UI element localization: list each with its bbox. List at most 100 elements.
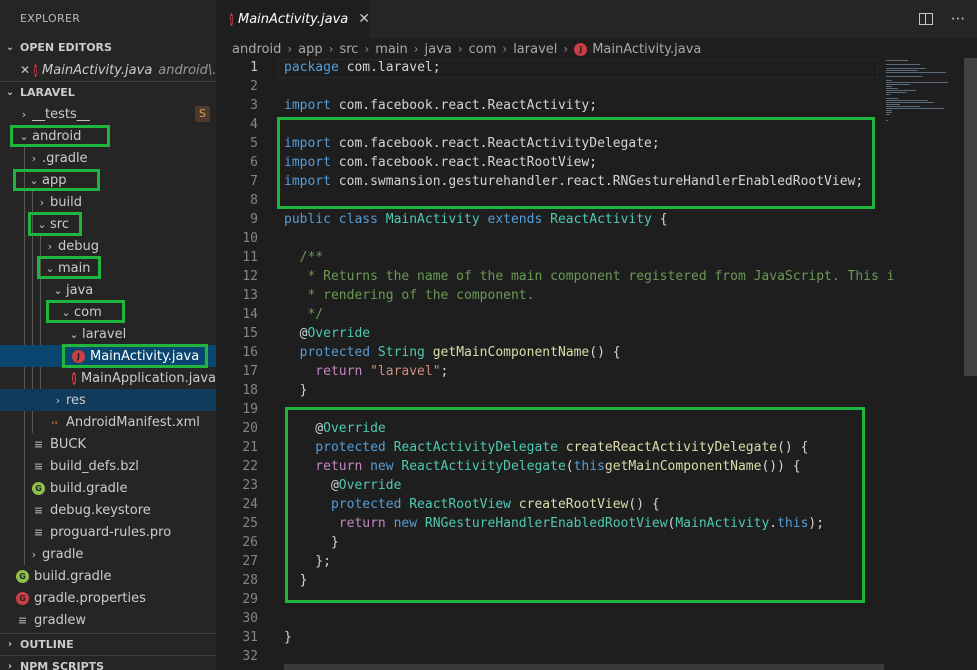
tree-item-res[interactable]: › res — [0, 389, 216, 411]
code-line: }; — [284, 554, 331, 569]
line-number: 23 — [242, 478, 258, 493]
status-badge: S — [195, 106, 210, 122]
chevron-down-icon: ⌄ — [19, 129, 29, 143]
tree-item-build[interactable]: › build — [0, 191, 216, 213]
minimap-line — [886, 80, 892, 81]
minimap-line — [886, 88, 898, 89]
minimap-line — [886, 98, 898, 99]
code-line: import com.facebook.react.ReactActivityD… — [284, 136, 660, 151]
tree-item-debug[interactable]: › debug — [0, 235, 216, 257]
code-editor[interactable]: 1 2 3 4 5 6 7 8 9 10 11 12 13 14 15 16 1… — [216, 58, 977, 670]
tree-item-buck[interactable]: ≡ BUCK — [0, 433, 216, 455]
tree-item-root-build-gradle[interactable]: G build.gradle — [0, 565, 216, 587]
chevron-right-icon: › — [21, 107, 27, 121]
code-line: * rendering of the component. — [284, 288, 535, 303]
breadcrumb-item[interactable]: android — [232, 42, 281, 57]
split-editor-icon[interactable] — [918, 13, 933, 25]
close-icon[interactable]: ✕ — [20, 63, 30, 77]
tree-item-main[interactable]: ⌄ main — [0, 257, 216, 279]
close-icon[interactable]: ✕ — [358, 11, 370, 27]
editor-actions: ··· — [918, 0, 965, 38]
tree-item-app[interactable]: ⌄ app — [0, 169, 216, 191]
line-number: 18 — [242, 383, 258, 398]
code-line: } — [284, 573, 308, 588]
breadcrumb-item[interactable]: app — [298, 42, 322, 57]
tree-item-tests[interactable]: › __tests__ S — [0, 103, 216, 125]
breadcrumb-item[interactable]: main — [375, 42, 407, 57]
breadcrumb-item[interactable]: com — [469, 42, 497, 57]
tree-item-gradle-properties[interactable]: G gradle.properties — [0, 587, 216, 609]
breadcrumb-item[interactable]: MainActivity.java — [592, 42, 701, 57]
gradle-icon: G — [32, 481, 45, 495]
line-number: 14 — [242, 307, 258, 322]
tree-item-mainactivity[interactable]: J MainActivity.java — [0, 345, 216, 367]
tree-item-gradle-folder[interactable]: › gradle — [0, 543, 216, 565]
chevron-down-icon: ⌄ — [29, 173, 39, 187]
chevron-right-icon: › — [287, 42, 293, 56]
tree-item-src[interactable]: ⌄ src — [0, 213, 216, 235]
more-actions-icon[interactable]: ··· — [951, 10, 965, 28]
gradle-icon: G — [16, 569, 29, 583]
minimap-line — [886, 120, 888, 121]
tree-item-com[interactable]: ⌄ com — [0, 301, 216, 323]
line-number: 31 — [242, 630, 258, 645]
breadcrumb-item[interactable]: laravel — [513, 42, 557, 57]
breadcrumb-item[interactable]: java — [425, 42, 452, 57]
minimap-line — [886, 82, 948, 83]
open-editors-header[interactable]: ⌄ OPEN EDITORS — [0, 37, 216, 59]
breadcrumb-item[interactable]: src — [339, 42, 358, 57]
line-number: 12 — [242, 269, 258, 284]
horizontal-scrollbar[interactable] — [284, 664, 884, 670]
tree-item-proguard[interactable]: ≡ proguard-rules.pro — [0, 521, 216, 543]
code-line: public class MainActivity extends ReactA… — [284, 212, 668, 227]
open-editor-item[interactable]: ✕ J MainActivity.java android\... — [0, 59, 216, 81]
npm-scripts-header[interactable]: › NPM SCRIPTS — [0, 655, 216, 670]
line-number: 3 — [250, 98, 258, 113]
explorer-sidebar: EXPLORER ⌄ OPEN EDITORS ✕ J MainActivity… — [0, 0, 216, 670]
tree-item-app-build-gradle[interactable]: G build.gradle — [0, 477, 216, 499]
chevron-down-icon: ⌄ — [5, 42, 15, 53]
file-lines-icon: ≡ — [33, 525, 44, 539]
code-line: protected String getMainComponentName() … — [284, 345, 621, 360]
chevron-down-icon: ⌄ — [53, 283, 63, 297]
tree-item-android[interactable]: ⌄ android — [0, 125, 216, 147]
minimap-line — [886, 94, 890, 95]
project-header[interactable]: ⌄ LARAVEL — [0, 81, 216, 103]
chevron-right-icon: › — [7, 660, 13, 670]
chevron-right-icon: › — [502, 42, 508, 56]
tree-item-gradlew[interactable]: ≡ gradlew — [0, 609, 216, 631]
line-number: 24 — [242, 497, 258, 512]
editor-area: J MainActivity.java ✕ ··· android › app … — [216, 0, 977, 670]
code-line: /** — [284, 250, 324, 265]
tree-item-manifest[interactable]: ‹› AndroidManifest.xml — [0, 411, 216, 433]
tree-item-laravel[interactable]: ⌄ laravel — [0, 323, 216, 345]
file-lines-icon: ≡ — [33, 503, 44, 517]
line-number: 17 — [242, 364, 258, 379]
chevron-down-icon: ⌄ — [5, 86, 15, 98]
line-number: 26 — [242, 535, 258, 550]
code-line: import com.facebook.react.ReactRootView; — [284, 155, 598, 170]
tree-item-debug-keystore[interactable]: ≡ debug.keystore — [0, 499, 216, 521]
chevron-right-icon: › — [7, 638, 13, 650]
tree-item-mainapplication[interactable]: J MainApplication.java — [0, 367, 216, 389]
java-file-icon: J — [72, 349, 85, 363]
xml-file-icon: ‹› — [51, 417, 58, 427]
chevron-right-icon: › — [413, 42, 419, 56]
minimap-line — [886, 114, 890, 115]
java-file-icon: J — [34, 63, 38, 77]
line-number: 29 — [242, 592, 258, 607]
minimap[interactable] — [884, 58, 964, 121]
minimap-line — [886, 106, 920, 107]
minimap-line — [886, 72, 946, 73]
vertical-scrollbar[interactable] — [964, 58, 977, 376]
tree-item-build-defs[interactable]: ≡ build_defs.bzl — [0, 455, 216, 477]
code-line: } — [284, 535, 339, 550]
java-file-icon: J — [72, 371, 76, 385]
tree-item-gradle-dir[interactable]: › .gradle — [0, 147, 216, 169]
line-number: 21 — [242, 440, 258, 455]
tree-item-java[interactable]: ⌄ java — [0, 279, 216, 301]
outline-header[interactable]: › OUTLINE — [0, 633, 216, 655]
tab-mainactivity[interactable]: J MainActivity.java ✕ — [216, 0, 370, 38]
breadcrumb: android › app › src › main › java › com … — [216, 38, 977, 60]
code-line: * Returns the name of the main component… — [284, 269, 895, 284]
